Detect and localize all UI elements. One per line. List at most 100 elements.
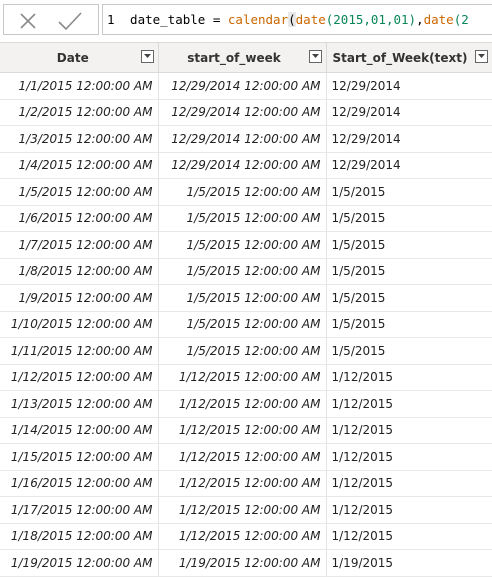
cell-start-of-week[interactable]: 1/12/2015 12:00:00 AM bbox=[158, 523, 327, 550]
table-row[interactable]: 1/11/2015 12:00:00 AM 1/5/2015 12:00:00 A… bbox=[0, 337, 492, 365]
formula-input[interactable]: 1 date_table = calendar(date(2015,01,01)… bbox=[102, 4, 492, 35]
cell-start-of-week-text[interactable]: 1/5/2015 bbox=[326, 178, 492, 206]
grid-body: 1/1/2015 12:00:00 AM 12/29/2014 12:00:00 … bbox=[0, 72, 492, 577]
cell-date[interactable]: 1/2/2015 12:00:00 AM bbox=[0, 99, 159, 126]
expr-args-1: (2015,01,01) bbox=[325, 12, 417, 27]
expr-fn-date-2: date bbox=[423, 12, 454, 27]
line-number: 1 bbox=[107, 12, 115, 27]
table-row[interactable]: 1/12/2015 12:00:00 AM 1/12/2015 12:00:00 … bbox=[0, 364, 492, 391]
cell-start-of-week-text[interactable]: 12/29/2014 bbox=[326, 99, 492, 126]
cell-start-of-week-text[interactable]: 12/29/2014 bbox=[326, 72, 492, 100]
cell-start-of-week-text[interactable]: 12/29/2014 bbox=[326, 125, 492, 153]
table-row[interactable]: 1/14/2015 12:00:00 AM 1/12/2015 12:00:00 … bbox=[0, 417, 492, 444]
table-row[interactable]: 1/1/2015 12:00:00 AM 12/29/2014 12:00:00 … bbox=[0, 72, 492, 100]
cell-date[interactable]: 1/5/2015 12:00:00 AM bbox=[0, 178, 159, 206]
header-row: Date start_of_week Start_of_Week(text) bbox=[0, 42, 492, 73]
cell-start-of-week-text[interactable]: 1/5/2015 bbox=[326, 284, 492, 312]
filter-dropdown-button[interactable] bbox=[474, 50, 488, 63]
check-icon[interactable] bbox=[56, 11, 84, 31]
cell-start-of-week[interactable]: 1/5/2015 12:00:00 AM bbox=[158, 337, 327, 365]
cell-start-of-week-text[interactable]: 1/19/2015 bbox=[326, 549, 492, 577]
expr-fn-date-1: date bbox=[295, 12, 326, 27]
cell-date[interactable]: 1/3/2015 12:00:00 AM bbox=[0, 125, 159, 153]
cell-start-of-week[interactable]: 12/29/2014 12:00:00 AM bbox=[158, 99, 327, 126]
cell-start-of-week[interactable]: 1/5/2015 12:00:00 AM bbox=[158, 205, 327, 232]
cell-start-of-week-text[interactable]: 1/12/2015 bbox=[326, 443, 492, 471]
cell-start-of-week[interactable]: 1/12/2015 12:00:00 AM bbox=[158, 443, 327, 471]
cell-start-of-week[interactable]: 1/5/2015 12:00:00 AM bbox=[158, 258, 327, 285]
cell-date[interactable]: 1/14/2015 12:00:00 AM bbox=[0, 417, 159, 444]
table-row[interactable]: 1/17/2015 12:00:00 AM 1/12/2015 12:00:00 … bbox=[0, 496, 492, 524]
cell-start-of-week[interactable]: 12/29/2014 12:00:00 AM bbox=[158, 152, 327, 179]
table-row[interactable]: 1/9/2015 12:00:00 AM 1/5/2015 12:00:00 AM… bbox=[0, 284, 492, 312]
chevron-down-icon bbox=[477, 54, 485, 58]
table-row[interactable]: 1/13/2015 12:00:00 AM 1/12/2015 12:00:00 … bbox=[0, 390, 492, 418]
cell-date[interactable]: 1/8/2015 12:00:00 AM bbox=[0, 258, 159, 285]
cell-start-of-week-text[interactable]: 1/5/2015 bbox=[326, 337, 492, 365]
expr-assign: date_table = bbox=[122, 12, 228, 27]
formula-bar-buttons bbox=[3, 4, 99, 35]
table-row[interactable]: 1/18/2015 12:00:00 AM 1/12/2015 12:00:00 … bbox=[0, 523, 492, 550]
cell-date[interactable]: 1/10/2015 12:00:00 AM bbox=[0, 311, 159, 338]
cell-start-of-week-text[interactable]: 1/5/2015 bbox=[326, 311, 492, 338]
close-icon[interactable] bbox=[18, 11, 38, 31]
table-row[interactable]: 1/7/2015 12:00:00 AM 1/5/2015 12:00:00 AM… bbox=[0, 231, 492, 259]
cell-start-of-week[interactable]: 1/5/2015 12:00:00 AM bbox=[158, 311, 327, 338]
column-header-label: start_of_week bbox=[187, 50, 281, 65]
cell-start-of-week[interactable]: 1/12/2015 12:00:00 AM bbox=[158, 390, 327, 418]
cell-date[interactable]: 1/18/2015 12:00:00 AM bbox=[0, 523, 159, 550]
cell-start-of-week[interactable]: 1/5/2015 12:00:00 AM bbox=[158, 231, 327, 259]
table-row[interactable]: 1/4/2015 12:00:00 AM 12/29/2014 12:00:00 … bbox=[0, 152, 492, 179]
cell-start-of-week-text[interactable]: 1/12/2015 bbox=[326, 390, 492, 418]
column-header-start-of-week-text[interactable]: Start_of_Week(text) bbox=[326, 42, 492, 73]
table-row[interactable]: 1/15/2015 12:00:00 AM 1/12/2015 12:00:00 … bbox=[0, 443, 492, 471]
cell-start-of-week-text[interactable]: 1/5/2015 bbox=[326, 231, 492, 259]
cell-date[interactable]: 1/11/2015 12:00:00 AM bbox=[0, 337, 159, 365]
chevron-down-icon bbox=[143, 54, 151, 58]
cell-start-of-week[interactable]: 1/12/2015 12:00:00 AM bbox=[158, 364, 327, 391]
table-row[interactable]: 1/8/2015 12:00:00 AM 1/5/2015 12:00:00 AM… bbox=[0, 258, 492, 285]
cell-start-of-week[interactable]: 1/19/2015 12:00:00 AM bbox=[158, 549, 327, 577]
cell-start-of-week[interactable]: 1/5/2015 12:00:00 AM bbox=[158, 178, 327, 206]
table-row[interactable]: 1/5/2015 12:00:00 AM 1/5/2015 12:00:00 AM… bbox=[0, 178, 492, 206]
cell-start-of-week[interactable]: 1/12/2015 12:00:00 AM bbox=[158, 417, 327, 444]
table-row[interactable]: 1/3/2015 12:00:00 AM 12/29/2014 12:00:00 … bbox=[0, 125, 492, 153]
cell-date[interactable]: 1/4/2015 12:00:00 AM bbox=[0, 152, 159, 179]
cell-start-of-week-text[interactable]: 1/5/2015 bbox=[326, 258, 492, 285]
cell-start-of-week[interactable]: 1/5/2015 12:00:00 AM bbox=[158, 284, 327, 312]
expr-paren-open: ( bbox=[288, 12, 296, 27]
cell-date[interactable]: 1/13/2015 12:00:00 AM bbox=[0, 390, 159, 418]
cell-start-of-week[interactable]: 12/29/2014 12:00:00 AM bbox=[158, 72, 327, 100]
column-header-date[interactable]: Date bbox=[0, 42, 159, 73]
cell-start-of-week[interactable]: 1/12/2015 12:00:00 AM bbox=[158, 470, 327, 497]
cell-start-of-week-text[interactable]: 1/5/2015 bbox=[326, 205, 492, 232]
table-row[interactable]: 1/16/2015 12:00:00 AM 1/12/2015 12:00:00 … bbox=[0, 470, 492, 497]
cell-start-of-week-text[interactable]: 1/12/2015 bbox=[326, 470, 492, 497]
cell-date[interactable]: 1/7/2015 12:00:00 AM bbox=[0, 231, 159, 259]
column-header-label: Date bbox=[56, 50, 89, 65]
cell-date[interactable]: 1/16/2015 12:00:00 AM bbox=[0, 470, 159, 497]
cell-start-of-week[interactable]: 1/12/2015 12:00:00 AM bbox=[158, 496, 327, 524]
column-header-start-of-week[interactable]: start_of_week bbox=[158, 42, 327, 73]
table-row[interactable]: 1/19/2015 12:00:00 AM 1/19/2015 12:00:00 … bbox=[0, 549, 492, 577]
cell-date[interactable]: 1/6/2015 12:00:00 AM bbox=[0, 205, 159, 232]
cell-start-of-week-text[interactable]: 1/12/2015 bbox=[326, 523, 492, 550]
cell-start-of-week-text[interactable]: 12/29/2014 bbox=[326, 152, 492, 179]
filter-dropdown-button[interactable] bbox=[140, 50, 154, 63]
table-row[interactable]: 1/6/2015 12:00:00 AM 1/5/2015 12:00:00 AM… bbox=[0, 205, 492, 232]
filter-dropdown-button[interactable] bbox=[308, 50, 322, 63]
cell-start-of-week[interactable]: 12/29/2014 12:00:00 AM bbox=[158, 125, 327, 153]
cell-start-of-week-text[interactable]: 1/12/2015 bbox=[326, 496, 492, 524]
cell-date[interactable]: 1/12/2015 12:00:00 AM bbox=[0, 364, 159, 391]
cell-date[interactable]: 1/1/2015 12:00:00 AM bbox=[0, 72, 159, 100]
chevron-down-icon bbox=[311, 54, 319, 58]
cell-date[interactable]: 1/19/2015 12:00:00 AM bbox=[0, 549, 159, 577]
cell-start-of-week-text[interactable]: 1/12/2015 bbox=[326, 417, 492, 444]
cell-start-of-week-text[interactable]: 1/12/2015 bbox=[326, 364, 492, 391]
cell-date[interactable]: 1/17/2015 12:00:00 AM bbox=[0, 496, 159, 524]
column-header-label: Start_of_Week(text) bbox=[332, 50, 468, 65]
table-row[interactable]: 1/2/2015 12:00:00 AM 12/29/2014 12:00:00 … bbox=[0, 99, 492, 126]
cell-date[interactable]: 1/9/2015 12:00:00 AM bbox=[0, 284, 159, 312]
table-row[interactable]: 1/10/2015 12:00:00 AM 1/5/2015 12:00:00 A… bbox=[0, 311, 492, 338]
cell-date[interactable]: 1/15/2015 12:00:00 AM bbox=[0, 443, 159, 471]
